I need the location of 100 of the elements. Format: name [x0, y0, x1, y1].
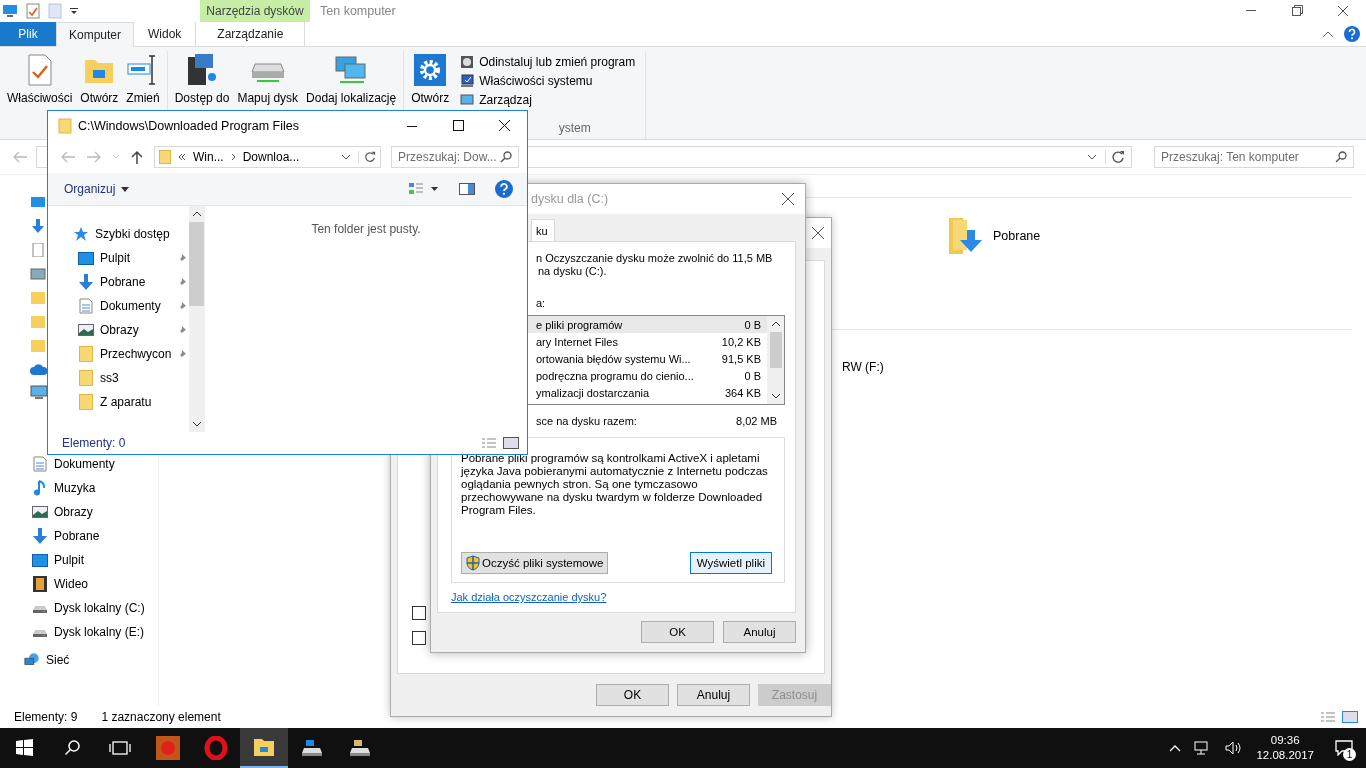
- ribbon-tab[interactable]: Widok: [134, 22, 196, 46]
- nav-item-icon[interactable]: [30, 219, 46, 233]
- view-options-icon[interactable]: [409, 182, 439, 196]
- nav-item[interactable]: Pulpit: [48, 246, 190, 270]
- scroll-up-icon[interactable]: [770, 320, 781, 328]
- search-field[interactable]: Przeszukaj: Dow...: [391, 146, 519, 168]
- nav-item[interactable]: Pobrane: [0, 528, 158, 544]
- ok-button[interactable]: OK: [641, 621, 714, 643]
- double-chevron-icon[interactable]: [178, 153, 186, 161]
- ribbon-button[interactable]: Właściwości: [4, 51, 76, 107]
- taskbar-app[interactable]: [240, 728, 288, 768]
- ribbon-button[interactable]: Odinstaluj lub zmień program: [460, 55, 636, 69]
- nav-item[interactable]: Dokumenty: [48, 294, 190, 318]
- nav-item[interactable]: Dysk lokalny (C:): [0, 600, 158, 616]
- volume-icon[interactable]: [1224, 740, 1243, 756]
- group-label: ystem: [558, 121, 591, 137]
- nav-item[interactable]: Wideo: [0, 576, 158, 592]
- cancel-button[interactable]: Anuluj: [723, 621, 796, 643]
- ribbon-button[interactable]: Mapuj dysk: [234, 51, 302, 107]
- dialog-button[interactable]: Anuluj: [677, 684, 750, 706]
- quick-access-item[interactable]: Szybki dostęp: [48, 222, 190, 246]
- properties-icon[interactable]: [26, 3, 40, 19]
- dialog-tab[interactable]: ku: [531, 219, 555, 242]
- scrollbar[interactable]: [767, 316, 784, 404]
- scroll-down-icon[interactable]: [191, 420, 202, 428]
- help-icon[interactable]: [1344, 26, 1360, 42]
- notifications-button[interactable]: 1: [1322, 728, 1366, 768]
- checkbox[interactable]: [412, 631, 426, 645]
- folder-icon: [78, 394, 94, 410]
- nav-item[interactable]: Dysk lokalny (E:): [0, 624, 158, 640]
- nav-item[interactable]: Dokumenty: [0, 456, 158, 472]
- ring-icon: [204, 736, 228, 760]
- nav-item[interactable]: Pulpit: [0, 552, 158, 568]
- close-icon[interactable]: [781, 192, 795, 206]
- empty-folder-message: Ten folder jest pusty.: [311, 222, 421, 236]
- nav-item[interactable]: Z aparatu: [48, 390, 190, 414]
- computer-icon[interactable]: [30, 385, 48, 400]
- star-icon: [73, 227, 89, 241]
- large-icons-view-icon[interactable]: [1342, 711, 1358, 723]
- checked-document-icon: [26, 53, 53, 87]
- ribbon-tab[interactable]: Komputer: [56, 22, 134, 47]
- nav-item[interactable]: Sieć: [0, 652, 158, 668]
- nav-item[interactable]: Obrazy: [48, 318, 190, 342]
- ribbon-button[interactable]: Dodaj lokalizację: [303, 51, 400, 107]
- notifications-icon: [1335, 740, 1353, 756]
- nav-item[interactable]: Przechwycon: [48, 342, 190, 366]
- organize-menu[interactable]: Organizuj: [58, 180, 136, 198]
- clock[interactable]: 09:36 12.08.2017: [1248, 733, 1322, 763]
- folder-icon: [58, 118, 72, 134]
- ribbon-button[interactable]: Właściwości systemu: [460, 74, 636, 88]
- ribbon-button[interactable]: Zarządzaj: [460, 93, 636, 107]
- download-arrow-icon: [78, 274, 94, 290]
- total-value: 8,02 MB: [736, 415, 777, 427]
- scrollbar[interactable]: [189, 206, 205, 432]
- ribbon-button[interactable]: Otwórz: [408, 51, 453, 107]
- film-icon: [32, 576, 48, 592]
- nav-item[interactable]: Pobrane: [48, 270, 190, 294]
- caret-up-icon[interactable]: [1168, 743, 1183, 753]
- address-bar[interactable]: Win... Downloa...: [154, 146, 381, 168]
- chevron-icon[interactable]: [230, 153, 236, 161]
- downloads-folder-icon: [947, 216, 985, 256]
- close-icon[interactable]: [811, 226, 825, 240]
- status-text: Elementy: 0: [62, 436, 126, 450]
- ribbon-tab[interactable]: Plik: [0, 22, 56, 46]
- nav-item[interactable]: Obrazy: [0, 504, 158, 520]
- drive-label: RW (F:): [842, 360, 885, 374]
- cloud-icon[interactable]: [30, 363, 48, 375]
- refresh-icon[interactable]: [358, 151, 376, 163]
- status-text: Elementy: 9: [14, 710, 78, 724]
- up-arrow-icon[interactable]: [130, 150, 144, 164]
- nav-item[interactable]: Muzyka: [0, 480, 158, 496]
- collapse-ribbon-icon[interactable]: [1322, 30, 1334, 38]
- ribbon-tab[interactable]: Zarządzanie: [195, 22, 306, 46]
- nav-item[interactable]: ss3: [48, 366, 190, 390]
- nav-item-icon[interactable]: [30, 267, 46, 281]
- dropdown-icon[interactable]: [70, 7, 78, 15]
- desktop-icon: [78, 251, 94, 265]
- refresh-icon[interactable]: [1105, 150, 1125, 164]
- clean-system-files-button[interactable]: Oczyść pliki systemowe: [461, 552, 609, 574]
- ribbon-button[interactable]: Dostęp do: [171, 51, 233, 107]
- intro-text: n Oczyszczanie dysku może zwolnić do 11,5 MB: [536, 252, 773, 264]
- help-icon[interactable]: [495, 180, 513, 198]
- folder-icon: [159, 150, 171, 164]
- checkbox[interactable]: [412, 606, 426, 620]
- view-files-button[interactable]: Wyświetl pliki: [689, 552, 772, 574]
- help-link[interactable]: Jak działa oczyszczanie dysku?: [451, 591, 785, 603]
- scroll-down-icon[interactable]: [770, 392, 781, 400]
- ribbon-button[interactable]: Zmień: [123, 51, 163, 107]
- ribbon-button[interactable]: Otwórz: [77, 51, 122, 107]
- search-field[interactable]: Przeszukaj: Ten komputer: [1154, 146, 1354, 168]
- large-icons-view-icon[interactable]: [503, 437, 519, 449]
- scroll-up-icon[interactable]: [191, 210, 202, 218]
- preview-pane-icon[interactable]: [459, 183, 475, 195]
- dropdown-icon[interactable]: [1087, 154, 1097, 160]
- nav-item-icon[interactable]: [30, 195, 46, 209]
- dialog-button[interactable]: OK: [596, 684, 669, 706]
- folder-item[interactable]: Pobrane: [947, 216, 1041, 256]
- document-icon: [32, 456, 48, 472]
- computer-icon[interactable]: [2, 4, 18, 18]
- dropdown-icon[interactable]: [341, 154, 351, 160]
